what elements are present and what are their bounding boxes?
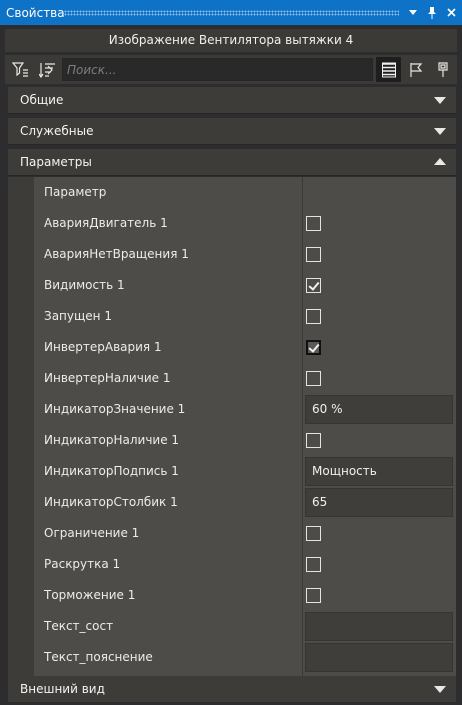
- flag-icon[interactable]: [403, 57, 428, 82]
- param-row: Запущен 1: [8, 301, 456, 332]
- param-name: ИндикаторПодпись 1: [44, 464, 179, 478]
- param-name: ИндикаторСтолбик 1: [44, 495, 178, 509]
- param-value-field[interactable]: [305, 643, 453, 672]
- param-name: Торможение 1: [44, 588, 136, 602]
- param-checkbox[interactable]: [306, 557, 321, 572]
- param-row: ИндикаторПодпись 1 Мощность: [8, 456, 456, 487]
- search-field[interactable]: [62, 58, 373, 81]
- param-checkbox[interactable]: [306, 433, 321, 448]
- param-checkbox[interactable]: [306, 526, 321, 541]
- param-name: ИнвертерАвария 1: [44, 340, 162, 354]
- param-row: Раскрутка 1: [8, 549, 456, 580]
- param-row: Видимость 1: [8, 270, 456, 301]
- param-row: ИнвертерНаличие 1: [8, 363, 456, 394]
- param-row: Ограничение 1: [8, 518, 456, 549]
- chevron-down-icon: [434, 686, 446, 693]
- drag-grip[interactable]: [64, 9, 399, 16]
- param-name: Текст_сост: [44, 619, 114, 633]
- chevron-down-icon: [434, 128, 446, 135]
- pin-icon[interactable]: [424, 5, 440, 21]
- section-parameters-label: Параметры: [20, 155, 92, 169]
- param-name: Запущен 1: [44, 309, 112, 323]
- selected-object-title: Изображение Вентилятора вытяжки 4: [5, 29, 457, 52]
- param-row: Торможение 1: [8, 580, 456, 611]
- chevron-up-icon: [434, 158, 446, 165]
- param-name: Ограничение 1: [44, 526, 140, 540]
- filter-icon[interactable]: [8, 57, 33, 82]
- dropdown-icon[interactable]: [405, 5, 421, 21]
- param-row: ИндикаторЗначение 1 60 %: [8, 394, 456, 425]
- section-general-label: Общие: [20, 93, 64, 107]
- param-name: Текст_пояснение: [44, 650, 153, 664]
- toolbar: [5, 55, 457, 84]
- list-view-icon[interactable]: [376, 57, 401, 82]
- param-row: АварияДвигатель 1: [8, 208, 456, 239]
- param-name: Раскрутка 1: [44, 557, 121, 571]
- param-name: Видимость 1: [44, 278, 125, 292]
- search-input[interactable]: [63, 59, 372, 80]
- param-row: ИнвертерАвария 1: [8, 332, 456, 363]
- param-name: ИндикаторНаличие 1: [44, 433, 180, 447]
- section-service-label: Служебные: [20, 124, 94, 138]
- param-name: ИнвертерНаличие 1: [44, 371, 171, 385]
- section-parameters[interactable]: Параметры: [8, 149, 456, 176]
- param-name: ИндикаторЗначение 1: [44, 402, 186, 416]
- param-value-field[interactable]: Мощность: [305, 457, 453, 486]
- param-row: Текст_пояснение: [8, 642, 456, 673]
- param-value-field[interactable]: 65: [305, 488, 453, 517]
- chevron-down-icon: [434, 97, 446, 104]
- param-row: Текст_сост: [8, 611, 456, 642]
- window-title: Свойства: [6, 5, 65, 20]
- pin-settings-icon[interactable]: [430, 57, 455, 82]
- param-checkbox[interactable]: [306, 309, 321, 324]
- sort-icon[interactable]: [35, 57, 60, 82]
- param-checkbox[interactable]: [306, 588, 321, 603]
- close-icon[interactable]: [443, 5, 459, 21]
- param-checkbox[interactable]: [306, 340, 321, 355]
- param-value-field[interactable]: [305, 612, 453, 641]
- section-appearance-label: Внешний вид: [20, 682, 105, 696]
- section-service[interactable]: Служебные: [8, 118, 456, 145]
- param-header-row: Параметр: [8, 177, 456, 208]
- param-checkbox[interactable]: [306, 278, 321, 293]
- param-name: АварияДвигатель 1: [44, 216, 168, 230]
- param-row: ИндикаторСтолбик 1 65: [8, 487, 456, 518]
- param-checkbox[interactable]: [306, 247, 321, 262]
- param-header-label: Параметр: [44, 185, 107, 199]
- param-checkbox[interactable]: [306, 371, 321, 386]
- param-name: АварияНетВращения 1: [44, 247, 189, 261]
- param-row: ИндикаторНаличие 1: [8, 425, 456, 456]
- section-appearance[interactable]: Внешний вид: [8, 676, 456, 703]
- parameters-grid: Параметр АварияДвигатель 1 АварияНетВращ…: [8, 177, 456, 676]
- param-row: АварияНетВращения 1: [8, 239, 456, 270]
- title-bar[interactable]: Свойства: [0, 0, 462, 25]
- param-value-field[interactable]: 60 %: [305, 395, 453, 424]
- properties-window: Свойства Изображение Вентилятора вытяжки…: [0, 0, 462, 705]
- section-general[interactable]: Общие: [8, 87, 456, 114]
- param-checkbox[interactable]: [306, 216, 321, 231]
